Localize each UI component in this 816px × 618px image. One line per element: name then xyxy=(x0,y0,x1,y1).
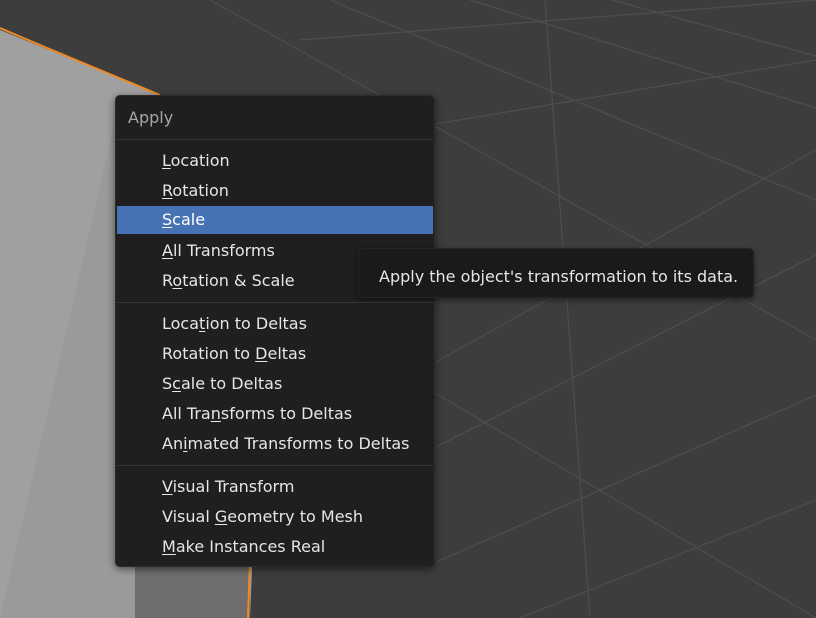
menu-item-visual-geometry-to-mesh[interactable]: Visual Geometry to Mesh xyxy=(117,503,433,531)
menu-item-scale[interactable]: Scale xyxy=(117,206,433,234)
menu-item-rotation-to-deltas[interactable]: Rotation to Deltas xyxy=(117,340,433,368)
menu-item-rotation[interactable]: Rotation xyxy=(117,177,433,205)
menu-item-visual-transform[interactable]: Visual Transform xyxy=(117,473,433,501)
menu-item-scale-to-deltas[interactable]: Scale to Deltas xyxy=(117,370,433,398)
menu-separator xyxy=(117,465,433,466)
menu-item-label: Rotation & Scale xyxy=(162,271,295,290)
menu-item-animated-transforms-to-deltas[interactable]: Animated Transforms to Deltas xyxy=(117,430,433,458)
menu-item-label: Scale to Deltas xyxy=(162,374,283,393)
menu-item-label: Visual Geometry to Mesh xyxy=(162,507,364,526)
menu-title: Apply xyxy=(128,108,174,127)
menu-separator xyxy=(117,302,433,303)
menu-item-label: Location to Deltas xyxy=(162,314,307,333)
menu-item-label: All Transforms xyxy=(162,241,275,260)
menu-item-label: Scale xyxy=(162,210,206,229)
menu-item-label: Rotation xyxy=(162,181,229,200)
apply-menu: Apply Location Rotation Scale All Transf… xyxy=(115,95,435,567)
menu-item-label: All Transforms to Deltas xyxy=(162,404,353,423)
menu-item-make-instances-real[interactable]: Make Instances Real xyxy=(117,533,433,561)
menu-item-location[interactable]: Location xyxy=(117,147,433,175)
menu-item-label: Visual Transform xyxy=(162,477,295,496)
menu-item-label: Make Instances Real xyxy=(162,537,326,556)
menu-item-label: Rotation to Deltas xyxy=(162,344,307,363)
menu-item-location-to-deltas[interactable]: Location to Deltas xyxy=(117,310,433,338)
menu-item-label: Animated Transforms to Deltas xyxy=(162,434,410,453)
menu-item-all-transforms-to-deltas[interactable]: All Transforms to Deltas xyxy=(117,400,433,428)
tooltip: Apply the object's transformation to its… xyxy=(358,248,754,298)
tooltip-text: Apply the object's transformation to its… xyxy=(379,267,739,286)
menu-item-label: Location xyxy=(162,151,230,170)
menu-separator xyxy=(117,139,433,140)
